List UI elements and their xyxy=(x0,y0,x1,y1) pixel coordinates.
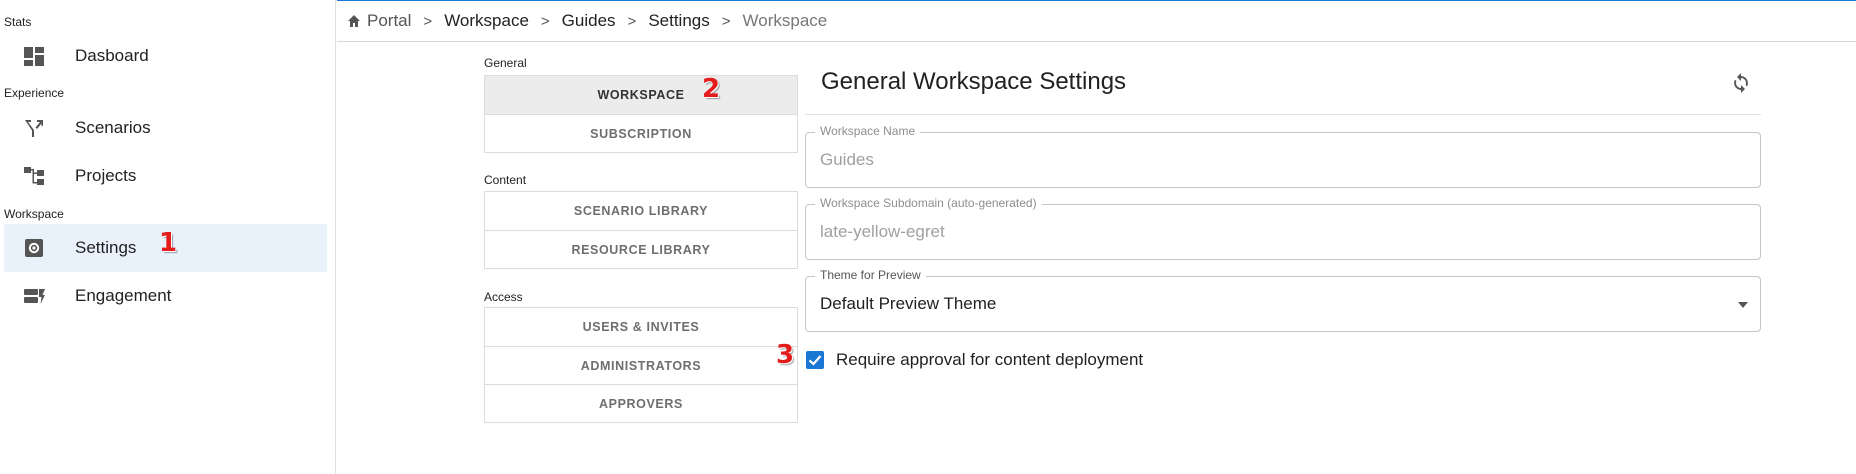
group-label-access: Access xyxy=(484,290,523,304)
sidebar-item-scenarios[interactable]: Scenarios xyxy=(4,104,327,152)
home-icon xyxy=(348,15,360,27)
breadcrumb-separator: > xyxy=(423,12,433,30)
breadcrumb: Portal > Workspace > Guides > Settings >… xyxy=(347,11,827,31)
sidebar-item-label: Engagement xyxy=(75,286,172,305)
sidebar-item-projects[interactable]: Projects xyxy=(4,152,327,200)
title-divider xyxy=(805,114,1761,115)
tab-group-content: SCENARIO LIBRARY RESOURCE LIBRARY xyxy=(484,191,798,269)
breadcrumb-guides[interactable]: Guides xyxy=(562,11,616,31)
top-bar: Portal > Workspace > Guides > Settings >… xyxy=(337,0,1856,42)
breadcrumb-settings[interactable]: Settings xyxy=(648,11,709,31)
dashboard-icon xyxy=(24,47,44,66)
section-label-stats: Stats xyxy=(4,15,32,29)
field-label: Workspace Subdomain (auto-generated) xyxy=(815,196,1042,210)
sidebar-item-dashboard[interactable]: Dasboard xyxy=(4,32,327,80)
breadcrumb-separator: > xyxy=(627,12,637,30)
section-label-experience: Experience xyxy=(4,86,65,100)
sidebar-item-label: Scenarios xyxy=(75,118,151,137)
workspace-name-field[interactable]: Workspace Name Guides xyxy=(805,124,1761,188)
section-label-workspace: Workspace xyxy=(4,207,64,221)
refresh-icon[interactable] xyxy=(1729,71,1753,95)
field-label: Theme for Preview xyxy=(815,268,926,282)
group-label-content: Content xyxy=(484,173,527,187)
chevron-down-icon xyxy=(1738,302,1748,308)
theme-preview-select[interactable]: Theme for Preview Default Preview Theme xyxy=(805,268,1761,332)
engagement-icon xyxy=(24,289,45,304)
breadcrumb-current: Workspace xyxy=(742,11,828,30)
check-icon xyxy=(808,355,822,366)
field-value: Default Preview Theme xyxy=(820,294,997,313)
require-approval-label: Require approval for content deployment xyxy=(836,350,1144,369)
breadcrumb-workspace[interactable]: Workspace xyxy=(444,11,529,31)
tab-approvers[interactable]: APPROVERS xyxy=(485,384,797,422)
breadcrumb-separator: > xyxy=(721,12,731,30)
tab-workspace[interactable]: WORKSPACE xyxy=(485,76,797,114)
annotation-marker-2: 2 xyxy=(702,74,721,104)
tab-resource-library[interactable]: RESOURCE LIBRARY xyxy=(485,230,797,268)
tab-scenario-library[interactable]: SCENARIO LIBRARY xyxy=(485,192,797,230)
tab-users-invites[interactable]: USERS & INVITES xyxy=(485,308,797,346)
settings-icon xyxy=(25,239,43,257)
breadcrumb-separator: > xyxy=(540,12,550,30)
sidebar-item-engagement[interactable]: Engagement xyxy=(4,272,327,320)
sidebar-item-label: Settings xyxy=(75,238,137,257)
tab-administrators[interactable]: ADMINISTRATORS xyxy=(485,346,797,384)
field-value: late-yellow-egret xyxy=(820,222,945,241)
annotation-marker-3: 3 xyxy=(776,340,795,370)
field-label: Workspace Name xyxy=(815,124,921,138)
breadcrumb-portal[interactable]: Portal xyxy=(367,11,411,31)
sidebar-item-label: Projects xyxy=(75,166,137,185)
tab-group-general: WORKSPACE SUBSCRIPTION xyxy=(484,75,798,153)
sidebar-item-label: Dasboard xyxy=(75,46,149,65)
scenarios-icon xyxy=(25,120,43,137)
field-value: Guides xyxy=(820,150,874,169)
workspace-subdomain-field[interactable]: Workspace Subdomain (auto-generated) lat… xyxy=(805,196,1761,260)
page-title: General Workspace Settings xyxy=(821,68,1127,95)
projects-icon xyxy=(24,167,44,185)
tab-group-access: USERS & INVITES ADMINISTRATORS APPROVERS xyxy=(484,307,798,423)
annotation-marker-1: 1 xyxy=(159,228,178,258)
tab-subscription[interactable]: SUBSCRIPTION xyxy=(485,114,797,152)
group-label-general: General xyxy=(484,56,527,70)
require-approval-checkbox[interactable] xyxy=(806,351,824,369)
